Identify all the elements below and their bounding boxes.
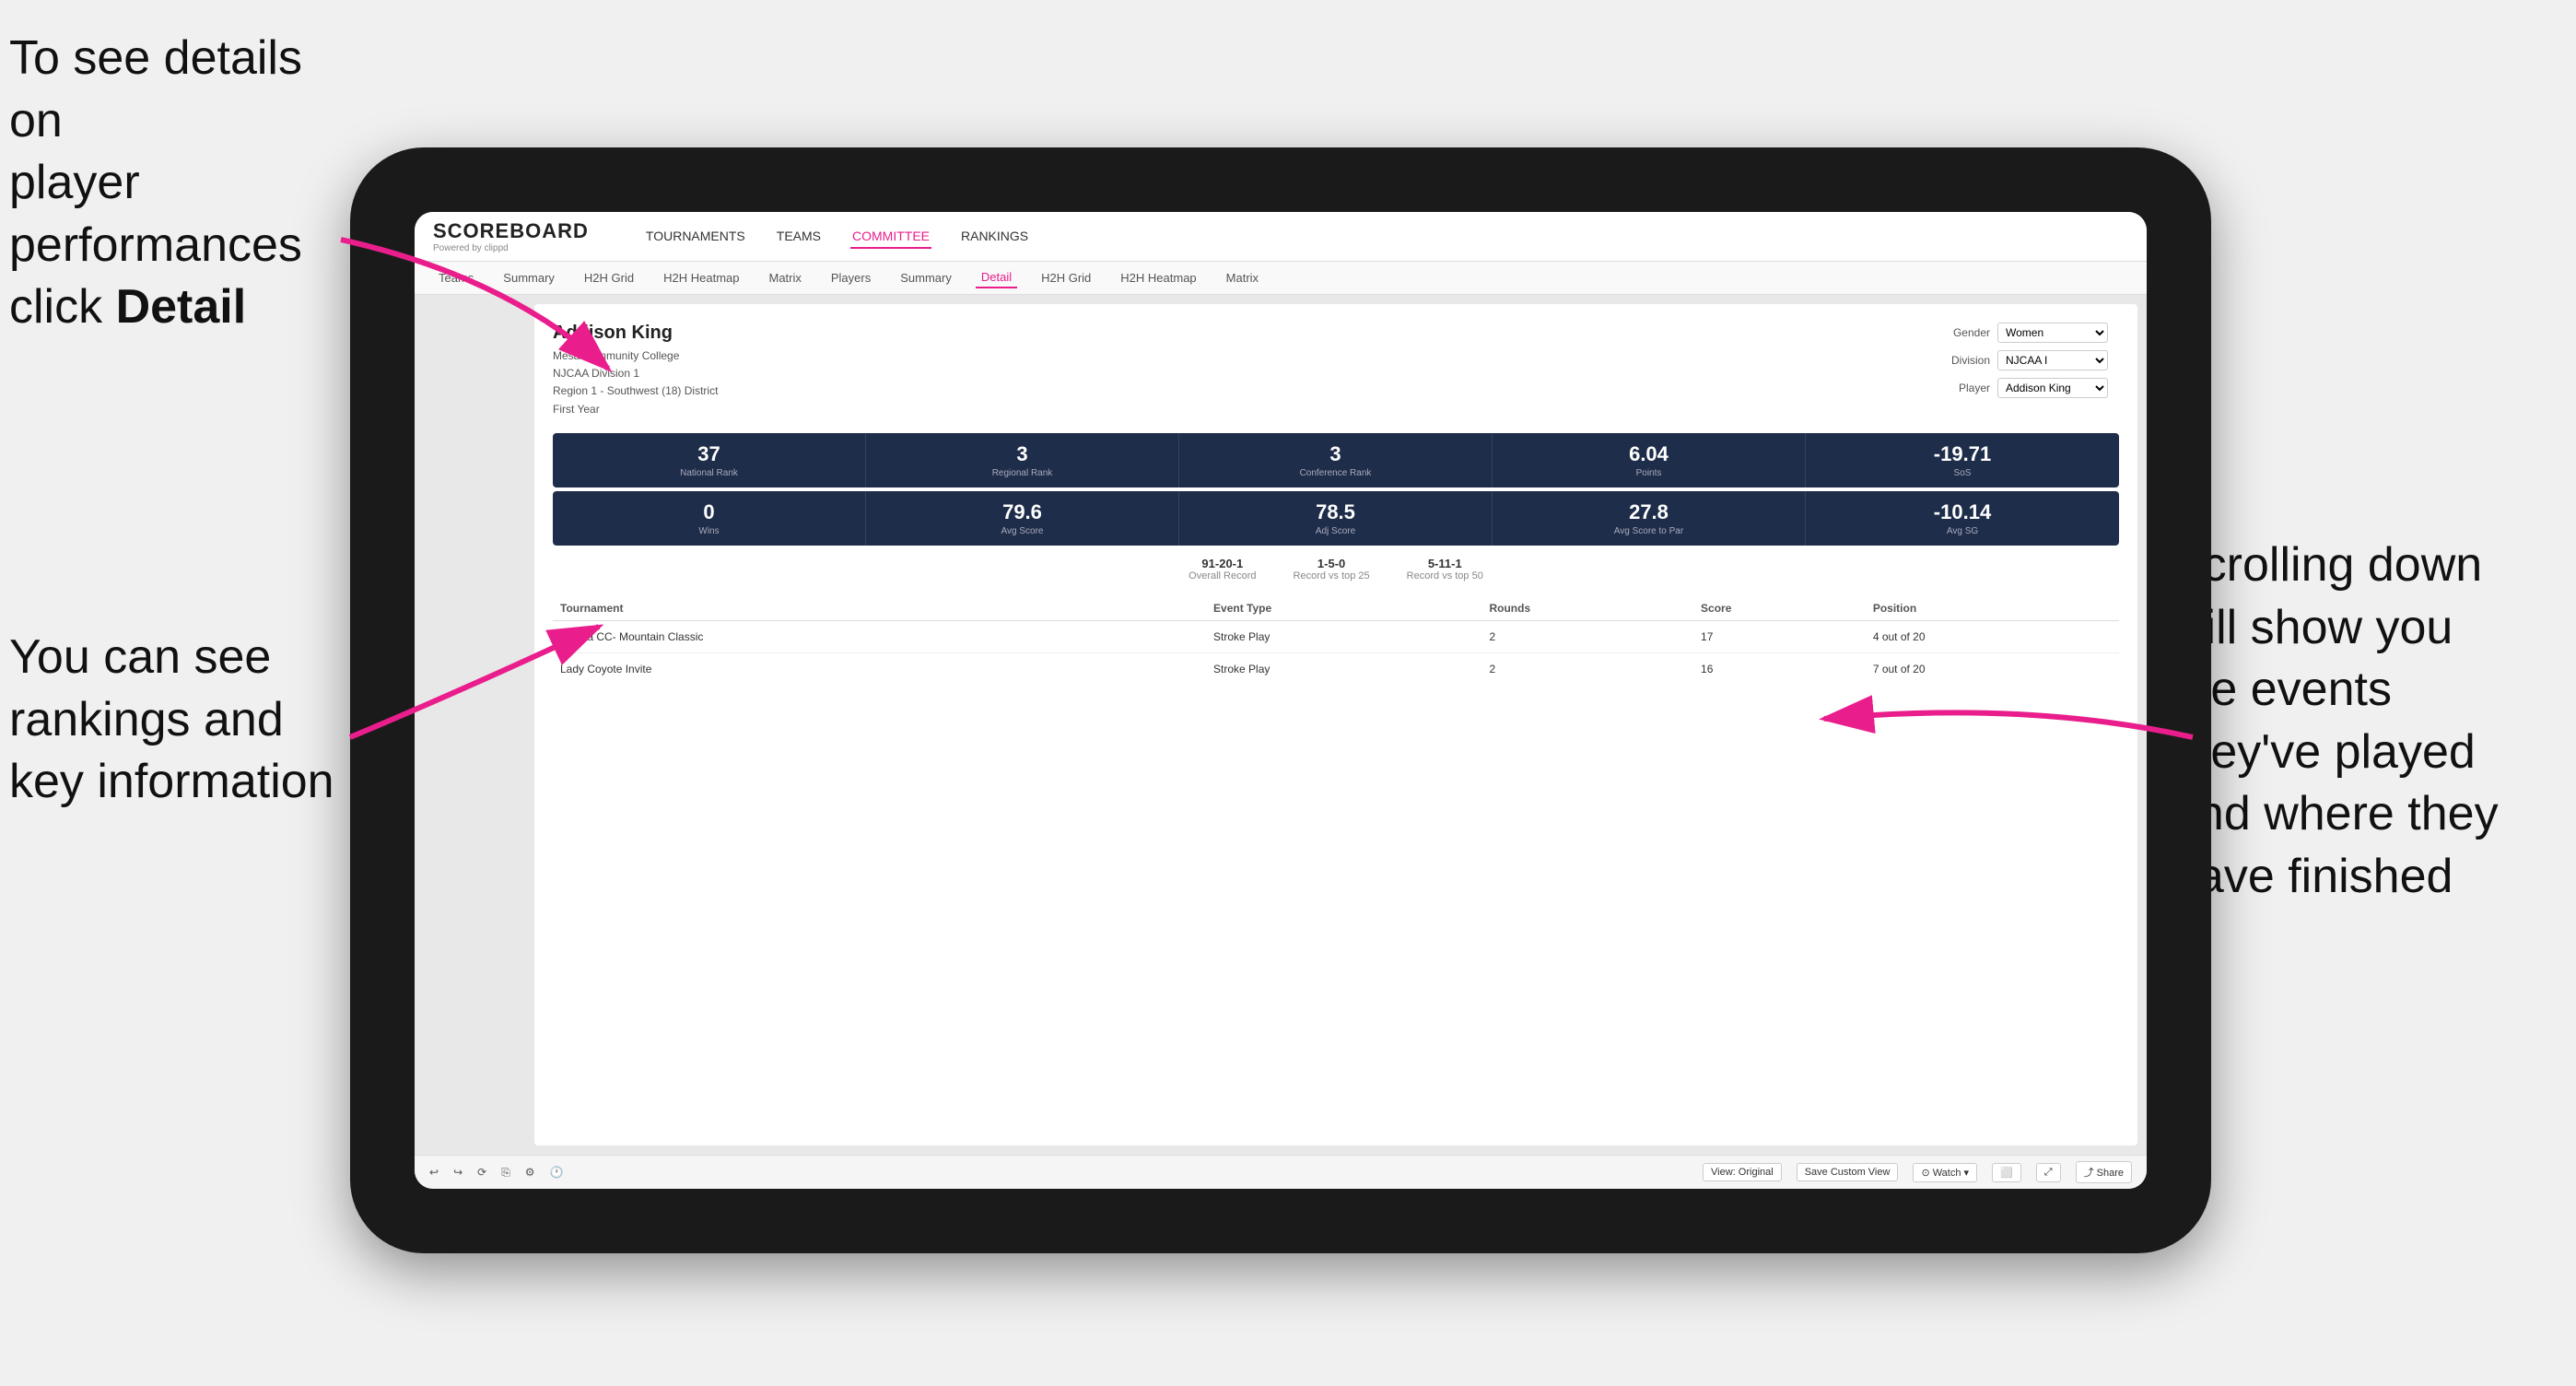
- main-content: Addison King Mesa Community College NJCA…: [415, 295, 2147, 1155]
- annotation-top-left: To see details on player performances cl…: [9, 28, 341, 339]
- content-panel: Addison King Mesa Community College NJCA…: [534, 304, 2137, 1145]
- stat-cell: -19.71SoS: [1806, 433, 2119, 487]
- stat-cell: 27.8Avg Score to Par: [1493, 491, 1806, 546]
- player-control: Player Addison King: [1935, 378, 2119, 398]
- btn-save-custom[interactable]: Save Custom View: [1797, 1163, 1899, 1181]
- stat-cell: 37National Rank: [553, 433, 866, 487]
- player-header: Addison King Mesa Community College NJCA…: [553, 323, 2119, 418]
- subnav-h2h-heatmap2[interactable]: H2H Heatmap: [1115, 268, 1201, 288]
- subnav-h2h-grid[interactable]: H2H Grid: [579, 268, 639, 288]
- cell-tournament: Lady Coyote Invite: [553, 652, 1151, 685]
- stats-grid-2: 0Wins79.6Avg Score78.5Adj Score27.8Avg S…: [553, 491, 2119, 546]
- btn-view-original[interactable]: View: Original: [1703, 1163, 1782, 1181]
- tournament-table: Tournament Event Type Rounds Score Posit…: [553, 596, 2119, 685]
- cell-event-type: Stroke Play: [1206, 620, 1481, 652]
- gender-label: Gender: [1935, 326, 1990, 339]
- record-item: 91-20-1Overall Record: [1188, 557, 1256, 581]
- player-college: Mesa Community College: [553, 347, 718, 365]
- btn-screen[interactable]: ⬜: [1992, 1163, 2021, 1182]
- toolbar-clock[interactable]: 🕐: [550, 1166, 564, 1179]
- annotation-right: Scrolling down will show you the events …: [2171, 534, 2558, 909]
- nav-rankings[interactable]: RANKINGS: [959, 225, 1030, 249]
- tablet-screen: SCOREBOARD Powered by clippd TOURNAMENTS…: [415, 212, 2147, 1189]
- left-sidebar: [415, 295, 525, 1155]
- stat-cell: 6.04Points: [1493, 433, 1806, 487]
- app-wrapper: SCOREBOARD Powered by clippd TOURNAMENTS…: [415, 212, 2147, 1189]
- subnav-h2h-grid2[interactable]: H2H Grid: [1036, 268, 1096, 288]
- subnav-h2h-heatmap[interactable]: H2H Heatmap: [658, 268, 744, 288]
- stat-cell: 79.6Avg Score: [866, 491, 1179, 546]
- col-position: Position: [1866, 596, 2119, 621]
- toolbar-redo[interactable]: ↪: [453, 1166, 463, 1179]
- cell-empty: [1151, 652, 1207, 685]
- top-nav: SCOREBOARD Powered by clippd TOURNAMENTS…: [415, 212, 2147, 262]
- annotation-bottom-left: You can see rankings and key information: [9, 627, 341, 814]
- player-year: First Year: [553, 401, 718, 418]
- stat-cell: 78.5Adj Score: [1179, 491, 1493, 546]
- player-controls: Gender Women Division NJCAA I: [1935, 323, 2119, 418]
- table-row: Estella CC- Mountain Classic Stroke Play…: [553, 620, 2119, 652]
- gender-select[interactable]: Women: [1997, 323, 2108, 343]
- col-score: Score: [1693, 596, 1866, 621]
- record-item: 1-5-0Record vs top 25: [1294, 557, 1370, 581]
- cell-score: 17: [1693, 620, 1866, 652]
- player-name: Addison King: [553, 323, 718, 344]
- subnav-teams[interactable]: Teams: [433, 268, 479, 288]
- toolbar-settings[interactable]: ⚙: [525, 1166, 535, 1179]
- player-select[interactable]: Addison King: [1997, 378, 2108, 398]
- player-info: Addison King Mesa Community College NJCA…: [553, 323, 718, 418]
- cell-score: 16: [1693, 652, 1866, 685]
- bottom-toolbar: ↩ ↪ ⟳ ⎘ ⚙ 🕐 View: Original Save Custom V…: [415, 1155, 2147, 1189]
- stat-cell: 0Wins: [553, 491, 866, 546]
- player-label: Player: [1935, 382, 1990, 394]
- subnav-players[interactable]: Players: [825, 268, 876, 288]
- nav-items: TOURNAMENTS TEAMS COMMITTEE RANKINGS: [644, 225, 1030, 249]
- division-label: Division: [1935, 354, 1990, 367]
- toolbar-copy[interactable]: ⎘: [501, 1166, 510, 1180]
- subnav-detail[interactable]: Detail: [976, 267, 1017, 288]
- col-event-type: Event Type: [1206, 596, 1481, 621]
- stats-grid-1: 37National Rank3Regional Rank3Conference…: [553, 433, 2119, 487]
- toolbar-refresh[interactable]: ⟳: [477, 1166, 486, 1179]
- cell-tournament: Estella CC- Mountain Classic: [553, 620, 1151, 652]
- col-rounds: Rounds: [1481, 596, 1693, 621]
- cell-rounds: 2: [1481, 652, 1693, 685]
- cell-rounds: 2: [1481, 620, 1693, 652]
- btn-watch[interactable]: ⊙ Watch ▾: [1913, 1163, 1977, 1182]
- cell-empty: [1151, 620, 1207, 652]
- table-row: Lady Coyote Invite Stroke Play 2 16 7 ou…: [553, 652, 2119, 685]
- subnav-summary[interactable]: Summary: [498, 268, 560, 288]
- nav-committee[interactable]: COMMITTEE: [850, 225, 931, 249]
- record-item: 5-11-1Record vs top 50: [1407, 557, 1483, 581]
- subnav-matrix2[interactable]: Matrix: [1221, 268, 1264, 288]
- btn-share[interactable]: ⤴ Share: [2076, 1161, 2132, 1183]
- logo-sub: Powered by clippd: [433, 243, 589, 253]
- subnav-summary2[interactable]: Summary: [895, 268, 957, 288]
- stat-cell: 3Regional Rank: [866, 433, 1179, 487]
- player-division: NJCAA Division 1: [553, 365, 718, 382]
- stat-cell: -10.14Avg SG: [1806, 491, 2119, 546]
- nav-teams[interactable]: TEAMS: [775, 225, 823, 249]
- logo-area: SCOREBOARD Powered by clippd: [433, 219, 589, 253]
- tablet-frame: SCOREBOARD Powered by clippd TOURNAMENTS…: [350, 147, 2211, 1253]
- gender-control: Gender Women: [1935, 323, 2119, 343]
- nav-tournaments[interactable]: TOURNAMENTS: [644, 225, 747, 249]
- records-row: 91-20-1Overall Record 1-5-0Record vs top …: [553, 557, 2119, 581]
- player-region: Region 1 - Southwest (18) District: [553, 382, 718, 400]
- division-control: Division NJCAA I: [1935, 350, 2119, 370]
- cell-event-type: Stroke Play: [1206, 652, 1481, 685]
- cell-position: 4 out of 20: [1866, 620, 2119, 652]
- toolbar-undo[interactable]: ↩: [429, 1166, 439, 1179]
- col-empty: [1151, 596, 1207, 621]
- stat-cell: 3Conference Rank: [1179, 433, 1493, 487]
- col-tournament: Tournament: [553, 596, 1151, 621]
- division-select[interactable]: NJCAA I: [1997, 350, 2108, 370]
- app-logo: SCOREBOARD: [433, 219, 589, 243]
- cell-position: 7 out of 20: [1866, 652, 2119, 685]
- btn-expand[interactable]: ⤢: [2036, 1163, 2061, 1182]
- sub-nav: Teams Summary H2H Grid H2H Heatmap Matri…: [415, 262, 2147, 295]
- subnav-matrix[interactable]: Matrix: [763, 268, 806, 288]
